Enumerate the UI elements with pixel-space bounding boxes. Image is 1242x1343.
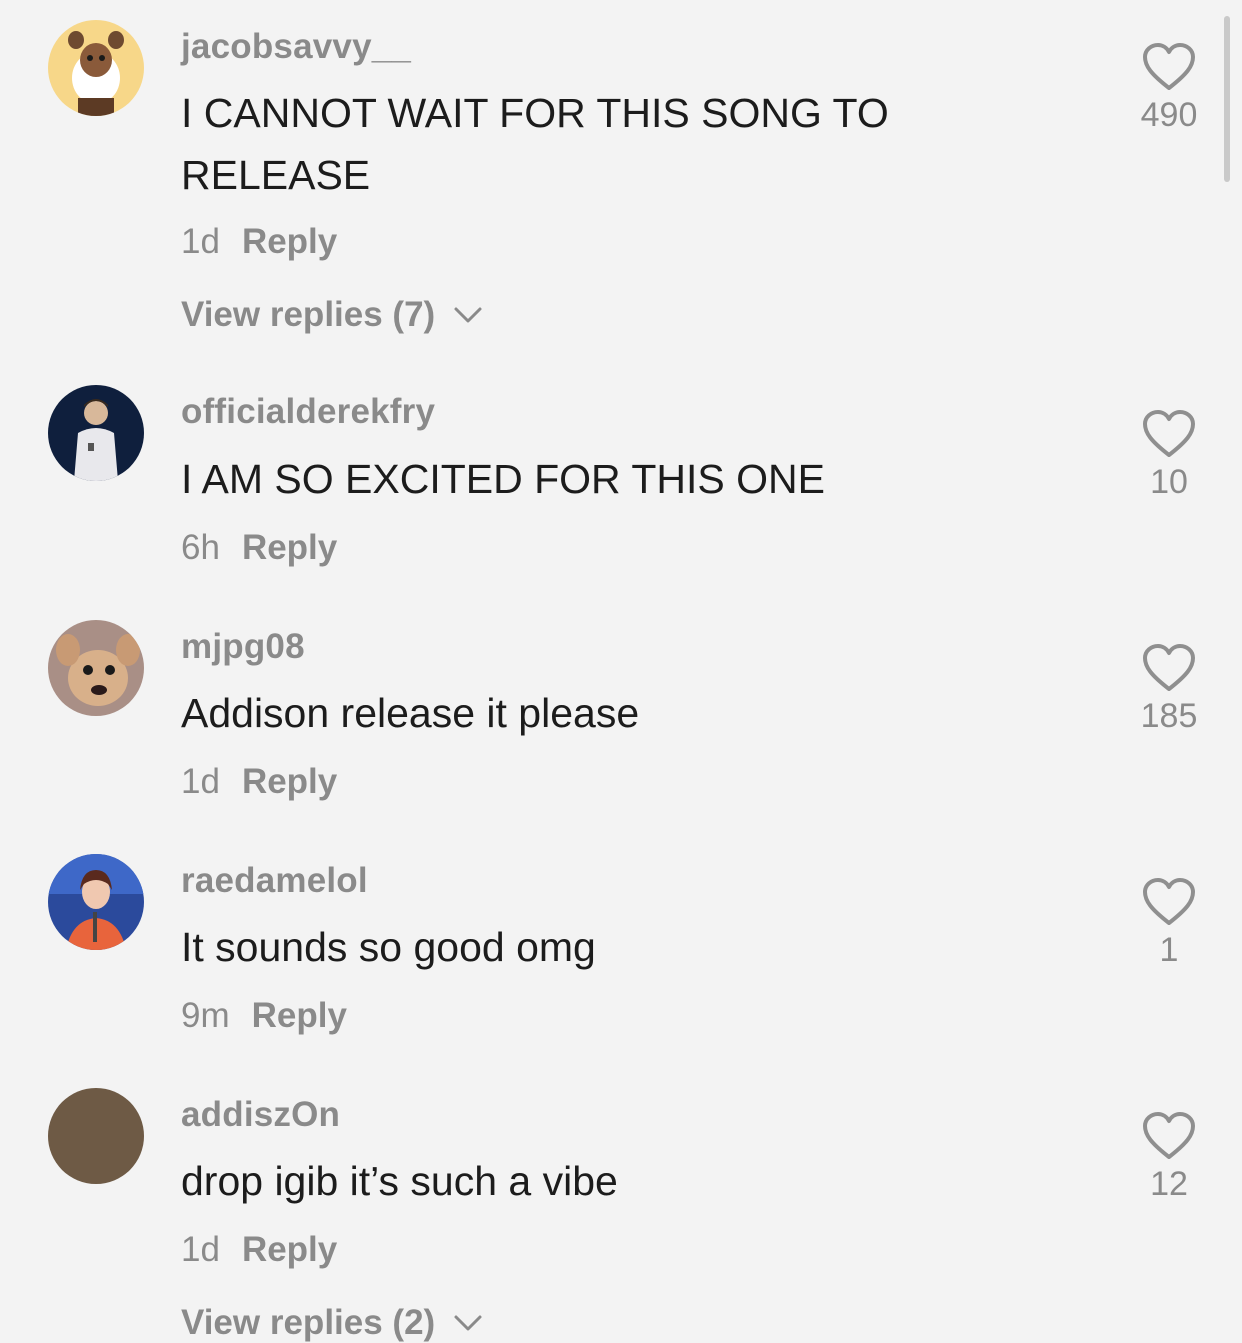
avatar[interactable] (48, 385, 144, 481)
view-replies-button[interactable]: View replies (2) (181, 1303, 483, 1343)
comment-meta: 6h Reply (181, 528, 337, 568)
like-control: 10 (1126, 409, 1212, 502)
comment-timestamp: 9m (181, 996, 230, 1035)
like-count: 12 (1150, 1165, 1188, 1203)
avatar[interactable] (48, 620, 144, 716)
comment-username[interactable]: jacobsavvy__ (181, 27, 411, 67)
comment-text: I AM SO EXCITED FOR THIS ONE (181, 456, 825, 502)
reply-button[interactable]: Reply (242, 528, 337, 567)
reply-button[interactable]: Reply (242, 1230, 337, 1269)
comment-meta: 9m Reply (181, 996, 347, 1036)
comment-text: I CANNOT WAIT FOR THIS SONG TO RELEASE (181, 90, 889, 198)
view-replies-label: View replies (2) (181, 1303, 436, 1342)
comment-timestamp: 1d (181, 1230, 220, 1269)
avatar[interactable] (48, 20, 144, 116)
comment-username[interactable]: mjpg08 (181, 627, 305, 667)
heart-outline-icon[interactable] (1141, 42, 1197, 92)
heart-outline-icon[interactable] (1141, 643, 1197, 693)
like-control: 490 (1126, 42, 1212, 135)
reply-button[interactable]: Reply (242, 762, 337, 801)
comment-timestamp: 1d (181, 222, 220, 261)
chevron-down-icon (454, 307, 482, 323)
comment-username[interactable]: addiszOn (181, 1095, 340, 1135)
like-count: 10 (1150, 463, 1188, 501)
comment-username[interactable]: raedamelol (181, 861, 368, 901)
view-replies-label: View replies (7) (181, 295, 436, 334)
like-control: 12 (1126, 1111, 1212, 1204)
comment-meta: 1d Reply (181, 222, 337, 262)
comment-username[interactable]: officialderekfry (181, 392, 435, 432)
reply-button[interactable]: Reply (252, 996, 347, 1035)
comment-meta: 1d Reply (181, 762, 337, 802)
heart-outline-icon[interactable] (1141, 409, 1197, 459)
comment-text: drop igib it’s such a vibe (181, 1158, 618, 1204)
comment-meta: 1d Reply (181, 1230, 337, 1270)
comment-timestamp: 1d (181, 762, 220, 801)
view-replies-button[interactable]: View replies (7) (181, 295, 483, 335)
reply-button[interactable]: Reply (242, 222, 337, 261)
heart-outline-icon[interactable] (1141, 877, 1197, 927)
heart-outline-icon[interactable] (1141, 1111, 1197, 1161)
comment-timestamp: 6h (181, 528, 220, 567)
chevron-down-icon (454, 1315, 482, 1331)
avatar[interactable] (48, 1088, 144, 1184)
comment-text: It sounds so good omg (181, 924, 596, 970)
like-control: 1 (1126, 877, 1212, 970)
comment-text: Addison release it please (181, 690, 640, 736)
comments-panel: jacobsavvy__ I CANNOT WAIT FOR THIS SONG… (0, 0, 1242, 1343)
avatar[interactable] (48, 854, 144, 950)
like-control: 185 (1126, 643, 1212, 736)
scrollbar[interactable] (1224, 16, 1230, 182)
like-count: 1 (1159, 931, 1179, 969)
like-count: 490 (1140, 96, 1198, 134)
like-count: 185 (1140, 697, 1198, 735)
